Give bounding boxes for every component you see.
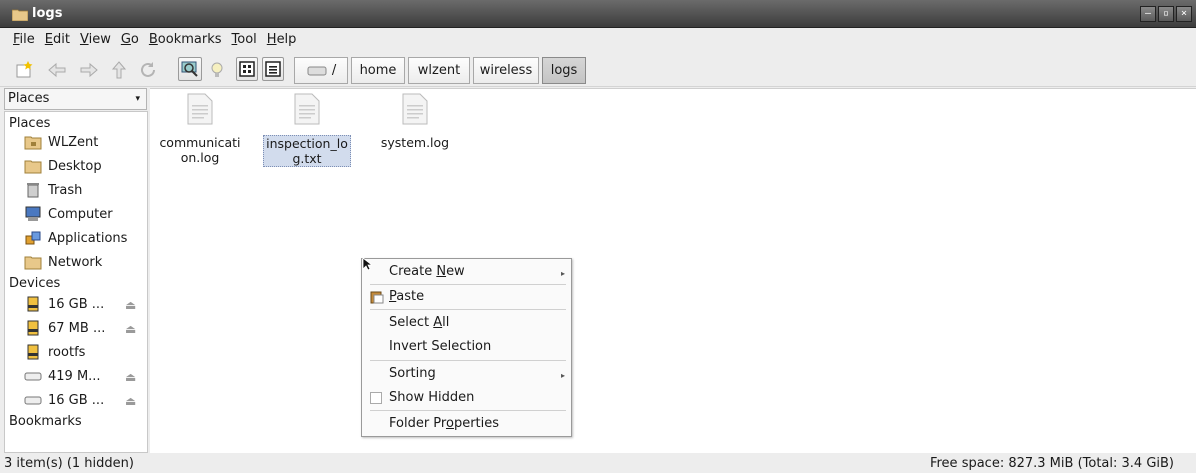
eject-icon[interactable]: ⏏ xyxy=(125,322,136,336)
status-bar: 3 item(s) (1 hidden) Free space: 827.3 M… xyxy=(0,453,1196,473)
menu-bookmarks[interactable]: Bookmarks xyxy=(148,32,223,47)
menu-separator xyxy=(370,309,566,310)
sidebar-item-trash[interactable]: Trash xyxy=(24,182,82,198)
menu-separator xyxy=(370,410,566,411)
paste-icon xyxy=(370,291,384,304)
submenu-arrow-icon: ▸ xyxy=(560,269,565,278)
item-count-status: 3 item(s) (1 hidden) xyxy=(4,456,134,471)
breadcrumb-root[interactable]: / xyxy=(294,57,348,84)
sidebar: Places WLZent Desktop Trash Computer App… xyxy=(4,111,148,453)
file-name: system.log xyxy=(380,135,450,150)
breadcrumb-logs[interactable]: logs xyxy=(542,57,586,84)
icon-view-button[interactable] xyxy=(236,57,258,81)
text-file-icon xyxy=(294,93,320,125)
folder-icon xyxy=(24,160,42,174)
computer-search-icon xyxy=(181,61,198,77)
list-icon xyxy=(265,61,281,77)
back-icon[interactable] xyxy=(46,59,68,81)
menu-file[interactable]: File xyxy=(12,32,36,47)
places-heading: Places xyxy=(9,116,51,131)
bulb-icon[interactable] xyxy=(206,59,228,81)
drive-icon xyxy=(27,344,39,360)
menu-edit[interactable]: Edit xyxy=(44,32,71,47)
menu-go[interactable]: Go xyxy=(120,32,140,47)
home-folder-icon xyxy=(24,136,42,150)
sidebar-item-desktop[interactable]: Desktop xyxy=(24,158,102,174)
sidebar-item-applications[interactable]: Applications xyxy=(24,230,127,246)
sidebar-mode-select[interactable]: Places ▾ xyxy=(4,88,147,110)
title-bar: logs – ▫ × xyxy=(0,0,1196,28)
menu-separator xyxy=(370,284,566,285)
text-file-icon xyxy=(402,93,428,125)
sidebar-item-computer[interactable]: Computer xyxy=(24,206,113,222)
hard-disk-icon xyxy=(24,372,42,381)
menu-help[interactable]: Help xyxy=(266,32,298,47)
minimize-button[interactable]: – xyxy=(1140,6,1156,22)
menu-separator xyxy=(370,360,566,361)
file-name: communicati on.log xyxy=(159,135,241,165)
sidebar-item-wlzent[interactable]: WLZent xyxy=(24,134,98,150)
file-view[interactable]: communicati on.log inspection_lo g.txt sys… xyxy=(150,88,1196,453)
text-file-icon xyxy=(187,93,213,125)
menu-item-folder-properties[interactable]: Folder Properties xyxy=(389,416,499,431)
eject-icon[interactable]: ⏏ xyxy=(125,298,136,312)
context-menu: Create New ▸ Paste Select All Invert Sel… xyxy=(361,258,572,437)
eject-icon[interactable]: ⏏ xyxy=(125,370,136,384)
drive-icon xyxy=(27,296,39,312)
sidebar-item-device-rootfs[interactable]: rootfs xyxy=(24,344,85,360)
maximize-button[interactable]: ▫ xyxy=(1158,6,1174,22)
sidebar-item-device-16gb-2[interactable]: 16 GB ... xyxy=(24,392,104,408)
menu-bar: File Edit View Go Bookmarks Tool Help xyxy=(0,28,1196,51)
devices-heading: Devices xyxy=(9,276,61,291)
file-item-selected[interactable]: inspection_lo g.txt xyxy=(259,93,355,167)
menu-view[interactable]: View xyxy=(79,32,112,47)
toolbar: / home wlzent wireless logs xyxy=(0,51,1196,87)
folder-icon xyxy=(24,256,42,270)
breadcrumb-home[interactable]: home xyxy=(351,57,405,84)
eject-icon[interactable]: ⏏ xyxy=(125,394,136,408)
close-button[interactable]: × xyxy=(1176,6,1192,22)
folder-icon xyxy=(12,9,28,21)
applications-icon xyxy=(25,231,41,245)
submenu-arrow-icon: ▸ xyxy=(560,371,565,380)
hard-disk-icon xyxy=(24,396,42,405)
bookmarks-heading: Bookmarks xyxy=(9,414,82,429)
computer-icon xyxy=(25,206,41,221)
menu-item-invert-selection[interactable]: Invert Selection xyxy=(389,339,491,354)
menu-item-sorting[interactable]: Sorting xyxy=(389,366,436,381)
reload-icon[interactable] xyxy=(137,59,159,81)
home-view-button[interactable] xyxy=(178,57,202,81)
menu-item-create-new[interactable]: Create New xyxy=(389,264,465,279)
sidebar-item-device-67mb[interactable]: 67 MB ... xyxy=(24,320,105,336)
sidebar-item-device-16gb[interactable]: 16 GB ... xyxy=(24,296,104,312)
sidebar-item-network[interactable]: Network xyxy=(24,254,102,270)
show-hidden-checkbox[interactable] xyxy=(370,392,382,404)
drive-icon xyxy=(307,66,327,75)
drive-icon xyxy=(27,320,39,336)
menu-item-show-hidden[interactable]: Show Hidden xyxy=(389,390,474,405)
forward-icon[interactable] xyxy=(78,59,100,81)
menu-tool[interactable]: Tool xyxy=(231,32,258,47)
file-item[interactable]: system.log xyxy=(367,93,463,151)
file-name: inspection_lo g.txt xyxy=(263,135,351,167)
new-tab-icon[interactable] xyxy=(14,59,36,81)
trash-icon xyxy=(27,183,39,198)
grid-icon xyxy=(239,61,255,77)
sidebar-item-device-419m[interactable]: 419 M... xyxy=(24,368,101,384)
mouse-cursor-icon xyxy=(362,257,372,271)
up-icon[interactable] xyxy=(108,59,130,81)
breadcrumb-wlzent[interactable]: wlzent xyxy=(408,57,470,84)
breadcrumb-wireless[interactable]: wireless xyxy=(473,57,539,84)
window-title: logs xyxy=(32,6,63,21)
menu-item-paste[interactable]: Paste xyxy=(389,289,424,304)
list-view-button[interactable] xyxy=(262,57,284,81)
free-space-status: Free space: 827.3 MiB (Total: 3.4 GiB) xyxy=(929,456,1174,471)
menu-item-select-all[interactable]: Select All xyxy=(389,315,449,330)
file-item[interactable]: communicati on.log xyxy=(152,93,248,166)
chevron-down-icon: ▾ xyxy=(135,94,140,104)
